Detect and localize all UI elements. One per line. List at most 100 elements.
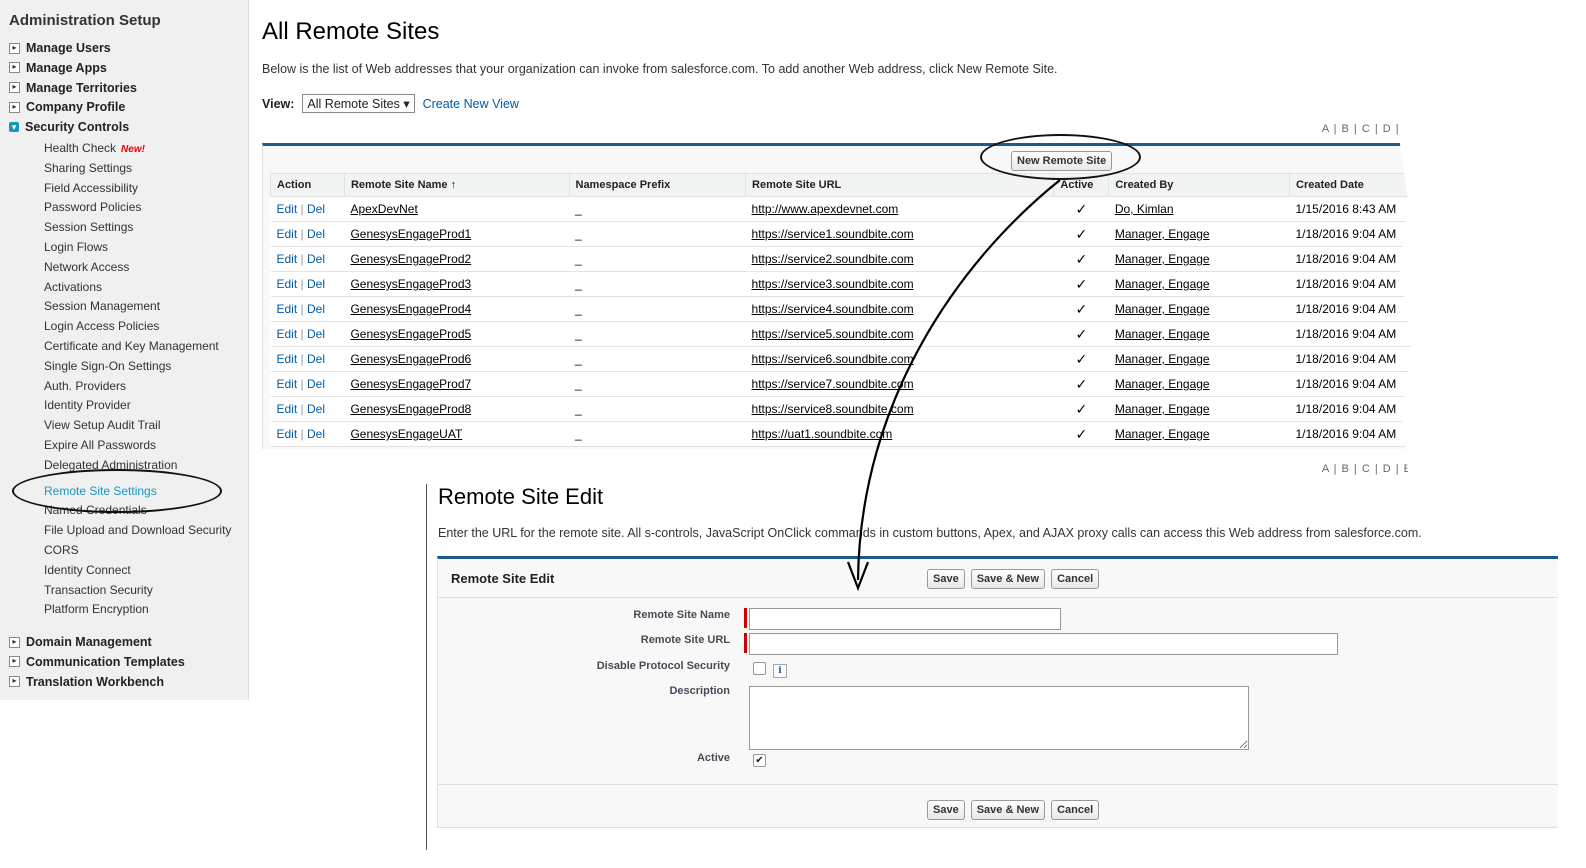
remote-site-name-link[interactable]: GenesysEngageUAT xyxy=(344,421,569,447)
edit-link[interactable]: Edit xyxy=(277,277,298,291)
sidebar-item[interactable]: Health Check New! xyxy=(44,141,145,155)
expand-icon[interactable]: ▸ xyxy=(9,62,20,74)
sidebar-group[interactable]: ▸ Translation Workbench xyxy=(9,675,164,689)
save-button[interactable]: Save xyxy=(927,569,965,589)
edit-link[interactable]: Edit xyxy=(277,352,298,366)
sidebar-group[interactable]: ▸ Communication Templates xyxy=(9,655,185,669)
remote-site-name-input[interactable] xyxy=(749,608,1061,630)
alpha-nav-bottom[interactable]: A | B | C | D | E xyxy=(1322,463,1412,475)
remote-site-name-link[interactable]: GenesysEngageProd5 xyxy=(344,321,569,347)
edit-link[interactable]: Edit xyxy=(277,202,298,216)
save-button[interactable]: Save xyxy=(927,800,965,820)
active-checkbox[interactable]: ✔ xyxy=(753,754,766,767)
edit-link[interactable]: Edit xyxy=(277,252,298,266)
delete-link[interactable]: Del xyxy=(307,377,325,391)
sidebar-group[interactable]: ▸ Domain Management xyxy=(9,635,152,649)
remote-site-name-link[interactable]: GenesysEngageProd3 xyxy=(344,271,569,297)
alpha-nav-top[interactable]: A | B | C | D | E xyxy=(1322,123,1412,135)
delete-link[interactable]: Del xyxy=(307,327,325,341)
sidebar-item[interactable]: Field Accessibility xyxy=(44,181,138,195)
edit-link[interactable]: Edit xyxy=(277,327,298,341)
remote-site-name-link[interactable]: ApexDevNet xyxy=(344,196,569,222)
remote-site-url-link[interactable]: https://service4.soundbite.com xyxy=(745,296,1054,322)
create-new-view-link[interactable]: Create New View xyxy=(423,97,519,111)
remote-site-url-link[interactable]: https://service3.soundbite.com xyxy=(745,271,1054,297)
created-by-link[interactable]: Manager, Engage xyxy=(1108,396,1290,422)
expand-icon[interactable]: ▸ xyxy=(9,676,20,688)
edit-link[interactable]: Edit xyxy=(277,302,298,316)
created-by-link[interactable]: Manager, Engage xyxy=(1108,321,1290,347)
delete-link[interactable]: Del xyxy=(307,202,325,216)
delete-link[interactable]: Del xyxy=(307,252,325,266)
delete-link[interactable]: Del xyxy=(307,277,325,291)
sidebar-item[interactable]: Single Sign-On Settings xyxy=(44,359,171,373)
info-icon[interactable]: i xyxy=(773,664,787,678)
sidebar-item[interactable]: CORS xyxy=(44,543,79,557)
column-header[interactable]: Remote Site URL xyxy=(745,173,1055,197)
edit-link[interactable]: Edit xyxy=(277,227,298,241)
description-textarea[interactable] xyxy=(749,686,1249,750)
expand-icon[interactable]: ▸ xyxy=(9,636,20,648)
sidebar-group[interactable]: ▸ Manage Users xyxy=(9,41,111,55)
created-by-link[interactable]: Manager, Engage xyxy=(1108,271,1290,297)
collapse-icon[interactable]: ▾ xyxy=(9,122,19,133)
remote-site-name-link[interactable]: GenesysEngageProd2 xyxy=(344,246,569,272)
remote-site-url-link[interactable]: https://service6.soundbite.com xyxy=(745,346,1054,372)
column-header[interactable]: Created By xyxy=(1108,173,1290,197)
sidebar-item[interactable]: Network Access xyxy=(44,260,129,274)
save-and-new-button[interactable]: Save & New xyxy=(970,569,1046,589)
remote-site-url-link[interactable]: https://service1.soundbite.com xyxy=(745,221,1054,247)
remote-site-url-link[interactable]: https://service5.soundbite.com xyxy=(745,321,1054,347)
cancel-button[interactable]: Cancel xyxy=(1051,800,1100,820)
sidebar-item[interactable]: Platform Encryption xyxy=(44,602,149,616)
remote-site-url-link[interactable]: https://service8.soundbite.com xyxy=(745,396,1054,422)
delete-link[interactable]: Del xyxy=(307,227,325,241)
created-by-link[interactable]: Do, Kimlan xyxy=(1108,196,1290,222)
sidebar-item[interactable]: View Setup Audit Trail xyxy=(44,418,161,432)
edit-link[interactable]: Edit xyxy=(277,377,298,391)
sidebar-group[interactable]: ▾ Security Controls xyxy=(9,120,129,134)
sidebar-item[interactable]: Sharing Settings xyxy=(44,161,132,175)
expand-icon[interactable]: ▸ xyxy=(9,101,20,113)
sidebar-group[interactable]: ▸ Company Profile xyxy=(9,100,125,114)
sidebar-item[interactable]: Expire All Passwords xyxy=(44,438,156,452)
sidebar-item[interactable]: Session Settings xyxy=(44,220,133,234)
delete-link[interactable]: Del xyxy=(307,402,325,416)
sidebar-item[interactable]: Login Access Policies xyxy=(44,319,159,333)
created-by-link[interactable]: Manager, Engage xyxy=(1108,296,1290,322)
sidebar-item[interactable]: Auth. Providers xyxy=(44,379,126,393)
remote-site-name-link[interactable]: GenesysEngageProd4 xyxy=(344,296,569,322)
edit-link[interactable]: Edit xyxy=(277,402,298,416)
created-by-link[interactable]: Manager, Engage xyxy=(1108,221,1290,247)
sidebar-item[interactable]: Session Management xyxy=(44,299,160,313)
remote-site-name-link[interactable]: GenesysEngageProd8 xyxy=(344,396,569,422)
expand-icon[interactable]: ▸ xyxy=(9,656,20,668)
remote-site-name-link[interactable]: GenesysEngageProd7 xyxy=(344,371,569,397)
remote-site-url-link[interactable]: http://www.apexdevnet.com xyxy=(745,196,1054,222)
sidebar-item[interactable]: Transaction Security xyxy=(44,583,153,597)
remote-site-url-input[interactable] xyxy=(749,633,1338,655)
delete-link[interactable]: Del xyxy=(307,427,325,441)
remote-site-name-link[interactable]: GenesysEngageProd6 xyxy=(344,346,569,372)
remote-site-url-link[interactable]: https://uat1.soundbite.com xyxy=(745,421,1054,447)
column-header[interactable]: Namespace Prefix xyxy=(568,173,747,197)
sidebar-item[interactable]: Password Policies xyxy=(44,200,141,214)
remote-site-name-link[interactable]: GenesysEngageProd1 xyxy=(344,221,569,247)
disable-protocol-security-checkbox[interactable] xyxy=(753,662,766,675)
sidebar-item[interactable]: Identity Connect xyxy=(44,563,131,577)
created-by-link[interactable]: Manager, Engage xyxy=(1108,246,1290,272)
created-by-link[interactable]: Manager, Engage xyxy=(1108,371,1290,397)
remote-site-url-link[interactable]: https://service2.soundbite.com xyxy=(745,246,1054,272)
created-by-link[interactable]: Manager, Engage xyxy=(1108,346,1290,372)
column-header[interactable]: Action xyxy=(270,173,345,197)
expand-icon[interactable]: ▸ xyxy=(9,82,20,94)
delete-link[interactable]: Del xyxy=(307,352,325,366)
sidebar-item[interactable]: File Upload and Download Security xyxy=(44,523,231,537)
edit-link[interactable]: Edit xyxy=(277,427,298,441)
view-select[interactable]: All Remote Sites ▾ xyxy=(302,94,415,113)
sidebar-item[interactable]: Activations xyxy=(44,280,102,294)
save-and-new-button[interactable]: Save & New xyxy=(970,800,1046,820)
sidebar-item[interactable]: Login Flows xyxy=(44,240,108,254)
column-header[interactable]: Created Date xyxy=(1289,173,1412,197)
sidebar-item[interactable]: Certificate and Key Management xyxy=(44,339,219,353)
